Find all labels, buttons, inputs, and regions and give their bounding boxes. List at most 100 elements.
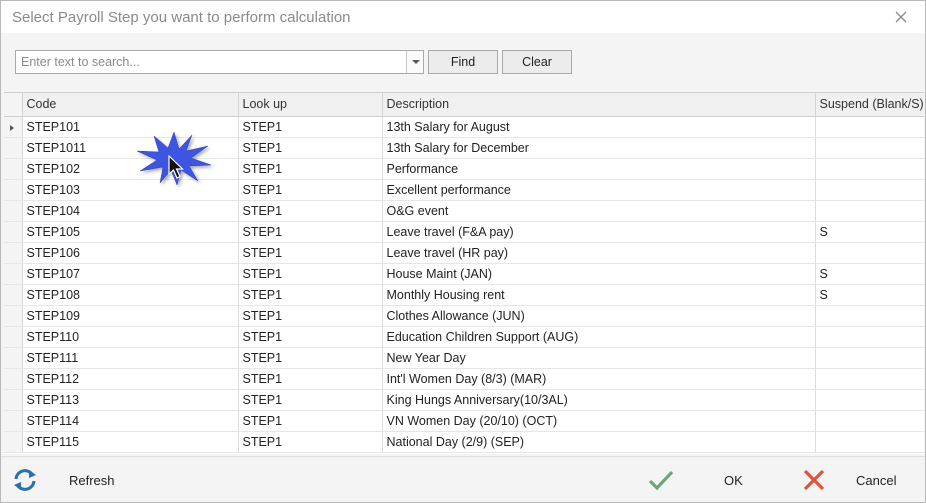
refresh-icon[interactable] [11,468,39,492]
cell-description[interactable]: New Year Day [382,347,816,369]
cell-suspend[interactable] [815,179,924,201]
cell-code[interactable]: STEP112 [22,368,239,390]
table-row[interactable]: STEP108 STEP1 Monthly Housing rent S [4,284,924,306]
clear-button[interactable]: Clear [502,50,572,74]
cell-description[interactable]: King Hungs Anniversary(10/3AL) [382,389,816,411]
row-indicator[interactable] [4,263,23,285]
cell-lookup[interactable]: STEP1 [238,284,383,306]
row-indicator[interactable] [4,347,23,369]
cell-lookup[interactable]: STEP1 [238,389,383,411]
cell-lookup[interactable]: STEP1 [238,368,383,390]
cell-lookup[interactable]: STEP1 [238,347,383,369]
row-indicator[interactable] [4,305,23,327]
row-indicator[interactable] [4,368,23,390]
row-indicator[interactable] [4,431,23,453]
table-row[interactable]: STEP114 STEP1 VN Women Day (20/10) (OCT) [4,410,924,432]
table-row[interactable]: STEP105 STEP1 Leave travel (F&A pay) S [4,221,924,243]
table-row[interactable]: STEP111 STEP1 New Year Day [4,347,924,369]
table-row[interactable]: STEP112 STEP1 Int'l Women Day (8/3) (MAR) [4,368,924,390]
row-indicator[interactable] [4,158,23,180]
close-icon[interactable] [891,7,911,27]
row-indicator[interactable] [4,221,23,243]
cell-suspend[interactable] [815,431,924,453]
search-dropdown-button[interactable] [406,51,423,73]
cell-description[interactable]: Int'l Women Day (8/3) (MAR) [382,368,816,390]
cell-code[interactable]: STEP113 [22,389,239,411]
cell-description[interactable]: House Maint (JAN) [382,263,816,285]
row-indicator[interactable] [4,200,23,222]
cell-description[interactable]: Clothes Allowance (JUN) [382,305,816,327]
cell-suspend[interactable] [815,158,924,180]
refresh-button[interactable]: Refresh [69,473,115,488]
row-indicator[interactable] [4,389,23,411]
cell-suspend[interactable] [815,410,924,432]
cell-code[interactable]: STEP111 [22,347,239,369]
cell-suspend[interactable]: S [815,221,924,243]
cell-description[interactable]: O&G event [382,200,816,222]
cell-description[interactable]: Leave travel (HR pay) [382,242,816,264]
cell-lookup[interactable]: STEP1 [238,221,383,243]
row-indicator[interactable] [4,116,23,138]
cell-lookup[interactable]: STEP1 [238,116,383,138]
row-indicator[interactable] [4,242,23,264]
cell-code[interactable]: STEP108 [22,284,239,306]
search-input[interactable] [16,51,406,73]
column-header-lookup[interactable]: Look up [238,93,383,117]
cell-description[interactable]: 13th Salary for August [382,116,816,138]
cell-suspend[interactable] [815,137,924,159]
cell-description[interactable]: Leave travel (F&A pay) [382,221,816,243]
cancel-button[interactable]: Cancel [856,473,896,488]
cell-lookup[interactable]: STEP1 [238,326,383,348]
cell-lookup[interactable]: STEP1 [238,305,383,327]
cell-lookup[interactable]: STEP1 [238,242,383,264]
cell-code[interactable]: STEP106 [22,242,239,264]
table-row[interactable]: STEP106 STEP1 Leave travel (HR pay) [4,242,924,264]
cell-suspend[interactable]: S [815,284,924,306]
cell-lookup[interactable]: STEP1 [238,431,383,453]
cell-code[interactable]: STEP114 [22,410,239,432]
cell-suspend[interactable] [815,116,924,138]
table-row[interactable]: STEP109 STEP1 Clothes Allowance (JUN) [4,305,924,327]
search-combobox[interactable] [15,50,424,74]
cell-lookup[interactable]: STEP1 [238,158,383,180]
table-row[interactable]: STEP113 STEP1 King Hungs Anniversary(10/3A… [4,389,924,411]
table-row[interactable]: STEP104 STEP1 O&G event [4,200,924,222]
cell-suspend[interactable]: S [815,263,924,285]
cell-suspend[interactable] [815,347,924,369]
cell-code[interactable]: STEP107 [22,263,239,285]
cell-description[interactable]: Excellent performance [382,179,816,201]
cell-code[interactable]: STEP110 [22,326,239,348]
cell-lookup[interactable]: STEP1 [238,200,383,222]
table-row[interactable]: STEP115 STEP1 National Day (2/9) (SEP) [4,431,924,453]
table-row[interactable]: STEP110 STEP1 Education Children Support (… [4,326,924,348]
cell-description[interactable]: National Day (2/9) (SEP) [382,431,816,453]
cell-suspend[interactable] [815,305,924,327]
cell-code[interactable]: STEP104 [22,200,239,222]
row-indicator[interactable] [4,284,23,306]
cancel-x-icon[interactable] [801,468,827,492]
cell-code[interactable]: STEP115 [22,431,239,453]
cell-suspend[interactable] [815,242,924,264]
cell-description[interactable]: Monthly Housing rent [382,284,816,306]
ok-button[interactable]: OK [724,473,743,488]
cell-suspend[interactable] [815,200,924,222]
cell-lookup[interactable]: STEP1 [238,263,383,285]
row-indicator[interactable] [4,179,23,201]
row-indicator[interactable] [4,137,23,159]
find-button[interactable]: Find [428,50,498,74]
row-indicator[interactable] [4,326,23,348]
cell-lookup[interactable]: STEP1 [238,137,383,159]
cell-suspend[interactable] [815,326,924,348]
cell-description[interactable]: Performance [382,158,816,180]
column-header-description[interactable]: Description [382,93,816,117]
row-indicator[interactable] [4,410,23,432]
cell-lookup[interactable]: STEP1 [238,179,383,201]
cell-code[interactable]: STEP109 [22,305,239,327]
cell-lookup[interactable]: STEP1 [238,410,383,432]
cell-suspend[interactable] [815,389,924,411]
checkmark-icon[interactable] [647,468,675,492]
cell-code[interactable]: STEP105 [22,221,239,243]
cell-description[interactable]: Education Children Support (AUG) [382,326,816,348]
table-row[interactable]: STEP107 STEP1 House Maint (JAN) S [4,263,924,285]
column-header-suspend[interactable]: Suspend (Blank/S) [815,93,924,117]
